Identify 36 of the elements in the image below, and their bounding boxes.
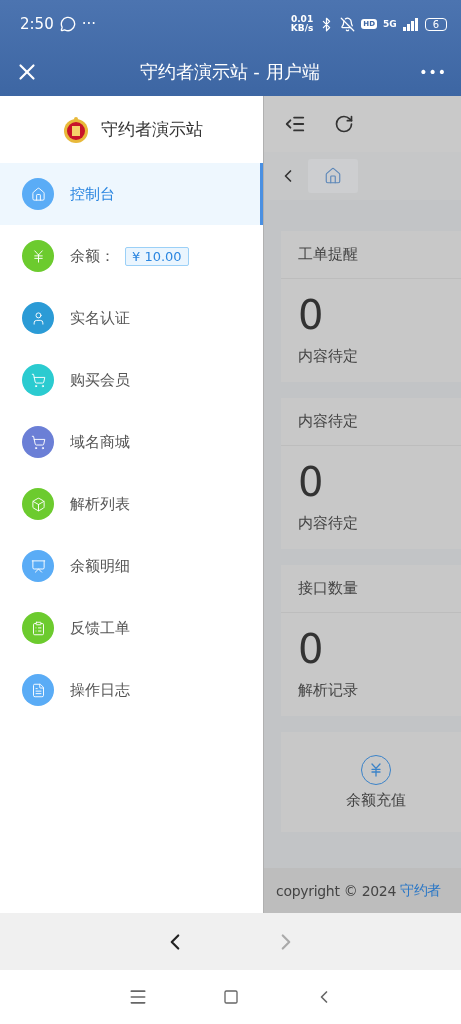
stat-caption: 内容待定 — [298, 347, 359, 366]
item-label: 余额明细 — [70, 556, 130, 576]
item-label: 解析列表 — [70, 494, 130, 514]
sidebar-item[interactable]: 控制台 — [0, 163, 263, 225]
item-label: 实名认证 — [70, 308, 130, 328]
stat-value: 0 — [298, 291, 325, 339]
more-button[interactable]: ••• — [419, 64, 447, 80]
battery: 6 — [424, 17, 447, 31]
clock: 2:50 — [20, 15, 54, 33]
network-type: 5G — [382, 19, 397, 29]
stat-value: 0 — [298, 458, 325, 506]
refresh-icon[interactable] — [334, 114, 354, 134]
brand-name: 守约者演示站 — [100, 118, 203, 141]
copyright-text: copyright © 2024 — [276, 882, 397, 899]
window-title: 守约者演示站 - 用户端 — [138, 60, 321, 84]
item-label: 余额： — [70, 246, 115, 266]
home-icon[interactable] — [222, 989, 239, 1005]
card-title: 内容待定 — [281, 398, 461, 446]
recharge-button[interactable]: 余额充值 — [281, 732, 461, 832]
item-label: 操作日志 — [70, 680, 130, 700]
stat-caption: 解析记录 — [298, 681, 359, 700]
network-speed: 0.01 KB/s — [290, 15, 314, 33]
app-icon — [59, 16, 76, 32]
stat-caption: 内容待定 — [298, 514, 359, 533]
balance-amount: ¥ 10.00 — [125, 246, 189, 266]
signal-icon — [402, 17, 419, 31]
item-label: 购买会员 — [70, 370, 130, 390]
mute-icon — [340, 16, 356, 32]
card-title: 接口数量 — [281, 565, 461, 613]
item-label: 域名商城 — [70, 432, 130, 452]
item-label: 控制台 — [70, 184, 115, 204]
home-icon — [324, 167, 342, 185]
item-label: 反馈工单 — [70, 618, 130, 638]
stat-value: 0 — [298, 625, 325, 673]
more-notifications: ··· — [81, 15, 96, 33]
card-title: 工单提醒 — [281, 231, 461, 279]
